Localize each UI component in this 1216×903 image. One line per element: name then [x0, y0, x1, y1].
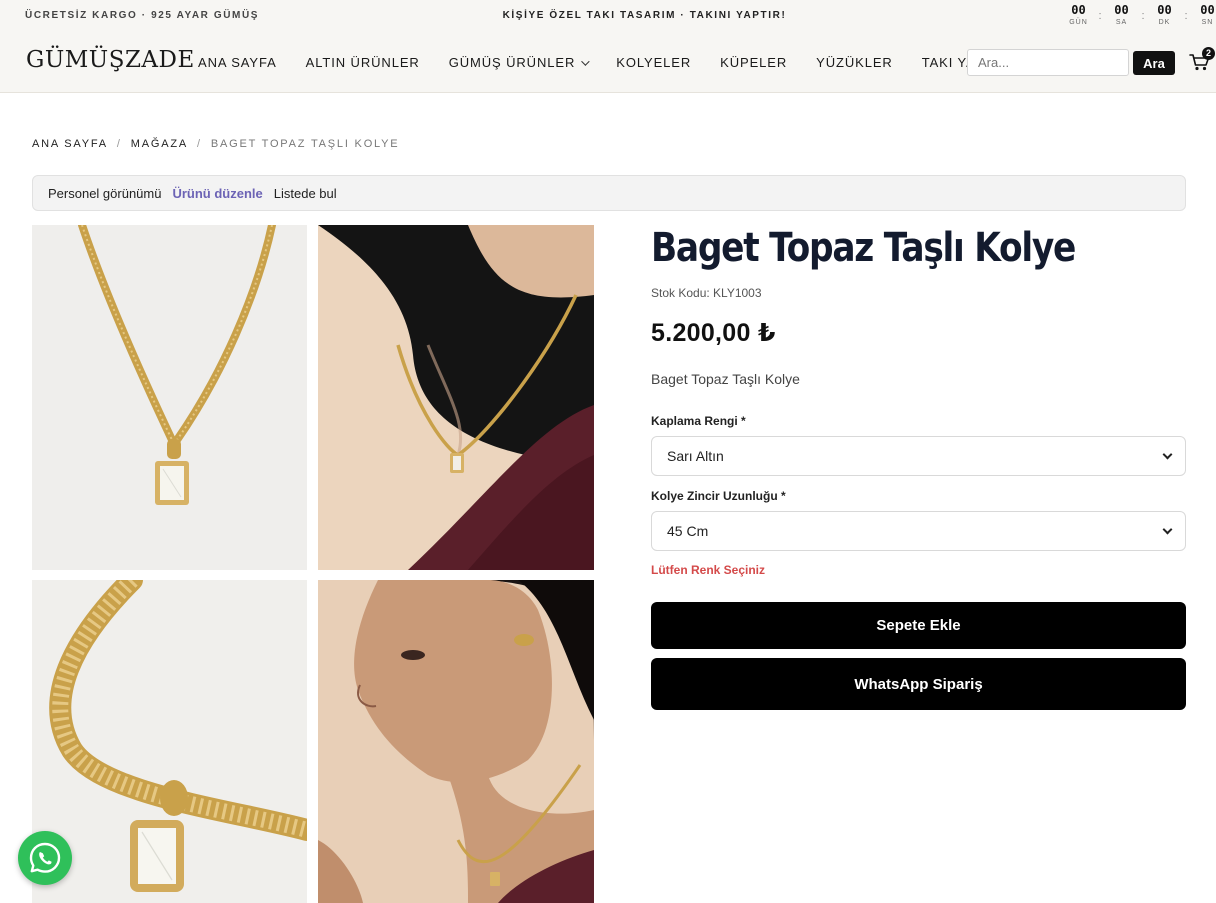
nav-item-silver-products[interactable]: GÜMÜŞ ÜRÜNLER — [448, 55, 590, 70]
search-input[interactable] — [967, 49, 1129, 76]
countdown-timer: 00 GÜN : 00 SA : 00 DK : 00 SN — [1064, 3, 1216, 29]
nav-item-label: ALTIN ÜRÜNLER — [305, 55, 420, 70]
site-logo[interactable]: GÜMÜŞZADE — [26, 47, 195, 73]
breadcrumb-home[interactable]: ANA SAYFA — [32, 138, 108, 150]
product-price: 5.200,00 ₺ — [651, 319, 776, 347]
countdown-seconds: 00 SN — [1193, 3, 1216, 29]
countdown-minutes: 00 DK — [1150, 3, 1179, 29]
chevron-down-icon — [1162, 449, 1173, 460]
countdown-separator: : — [1098, 10, 1102, 22]
product-image-1[interactable] — [32, 225, 307, 570]
countdown-hours: 00 SA — [1107, 3, 1136, 29]
staff-view-link[interactable]: Personel görünümü — [48, 186, 161, 201]
find-in-list-link[interactable]: Listede bul — [274, 186, 337, 201]
breadcrumb-separator: / — [116, 138, 122, 150]
chain-length-select[interactable]: 45 Cm — [651, 511, 1186, 551]
countdown-days: 00 GÜN — [1064, 3, 1093, 29]
whatsapp-chat-button[interactable] — [18, 831, 72, 885]
whatsapp-order-button[interactable]: WhatsApp Sipariş — [651, 658, 1186, 710]
breadcrumb: ANA SAYFA / MAĞAZA / BAGET TOPAZ TAŞLI K… — [32, 138, 399, 150]
chain-length-label: Kolye Zincir Uzunluğu * — [651, 489, 786, 503]
countdown-seconds-value: 00 — [1200, 3, 1215, 17]
nav-item-home[interactable]: ANA SAYFA — [198, 55, 277, 70]
promo-text-center: KİŞİYE ÖZEL TAKI TASARIM · TAKINI YAPTIR… — [502, 10, 787, 21]
main-nav: ANA SAYFA ALTIN ÜRÜNLER GÜMÜŞ ÜRÜNLER KO… — [198, 55, 1059, 70]
breadcrumb-separator: / — [197, 138, 202, 150]
countdown-hours-label: SA — [1115, 19, 1128, 26]
breadcrumb-current: BAGET TOPAZ TAŞLI KOLYE — [210, 138, 400, 150]
chevron-down-icon — [1162, 524, 1173, 535]
nav-item-label: KÜPELER — [720, 55, 788, 70]
search-button[interactable]: Ara — [1133, 51, 1175, 75]
product-short-description: Baget Topaz Taşlı Kolye — [651, 371, 800, 387]
countdown-seconds-label: SN — [1201, 19, 1214, 26]
nav-item-label: KOLYELER — [616, 55, 692, 70]
product-image-4[interactable] — [318, 580, 594, 903]
chevron-down-icon — [581, 56, 590, 66]
plating-color-label: Kaplama Rengi * — [651, 414, 746, 428]
product-image-2[interactable] — [318, 225, 594, 570]
color-selection-warning: Lütfen Renk Seçiniz — [651, 563, 766, 577]
countdown-days-value: 00 — [1071, 3, 1086, 17]
nav-item-earrings[interactable]: KÜPELER — [720, 55, 787, 70]
countdown-separator: : — [1184, 10, 1188, 22]
countdown-hours-value: 00 — [1114, 3, 1129, 17]
cart-count-badge: 2 — [1202, 47, 1215, 60]
countdown-separator: : — [1141, 10, 1145, 22]
product-image-3[interactable] — [32, 580, 307, 903]
chain-length-value: 45 Cm — [667, 523, 709, 539]
edit-product-link[interactable]: Ürünü düzenle — [172, 186, 262, 201]
nav-item-label: GÜMÜŞ ÜRÜNLER — [448, 55, 576, 70]
site-header: ÜCRETSİZ KARGO · 925 AYAR GÜMÜŞ KİŞİYE Ö… — [0, 0, 1216, 93]
add-to-cart-button[interactable]: Sepete Ekle — [651, 602, 1186, 649]
plating-color-value: Sarı Altın — [667, 448, 724, 464]
countdown-minutes-value: 00 — [1157, 3, 1172, 17]
plating-color-select[interactable]: Sarı Altın — [651, 436, 1186, 476]
nav-item-label: YÜZÜKLER — [816, 55, 893, 70]
whatsapp-icon — [29, 842, 61, 873]
countdown-minutes-label: DK — [1158, 19, 1171, 26]
product-sku: Stok Kodu: KLY1003 — [651, 286, 762, 300]
nav-item-label: ANA SAYFA — [198, 55, 277, 70]
product-title: Baget Topaz Taşlı Kolye — [651, 225, 1076, 271]
nav-item-necklaces[interactable]: KOLYELER — [616, 55, 691, 70]
countdown-days-label: GÜN — [1069, 19, 1088, 26]
nav-item-gold-products[interactable]: ALTIN ÜRÜNLER — [306, 55, 420, 70]
breadcrumb-shop[interactable]: MAĞAZA — [131, 138, 188, 150]
staff-admin-bar: Personel görünümü Ürünü düzenle Listede … — [32, 175, 1186, 211]
nav-item-rings[interactable]: YÜZÜKLER — [816, 55, 893, 70]
